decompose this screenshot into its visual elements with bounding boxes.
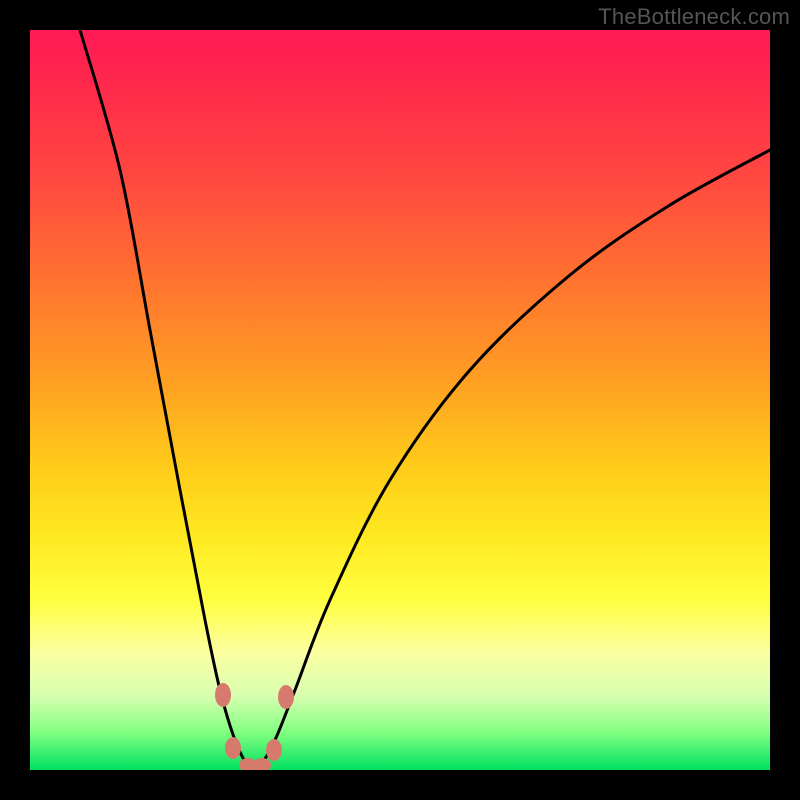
curve-dot: [215, 683, 231, 707]
curve-dot: [253, 758, 271, 770]
curve-dot: [278, 685, 294, 709]
watermark-text: TheBottleneck.com: [598, 4, 790, 30]
plot-area: [30, 30, 770, 770]
chart-frame: TheBottleneck.com: [0, 0, 800, 800]
bottleneck-curve: [80, 30, 770, 768]
curve-svg: [30, 30, 770, 770]
curve-dot: [225, 737, 241, 759]
curve-dot: [266, 739, 282, 761]
